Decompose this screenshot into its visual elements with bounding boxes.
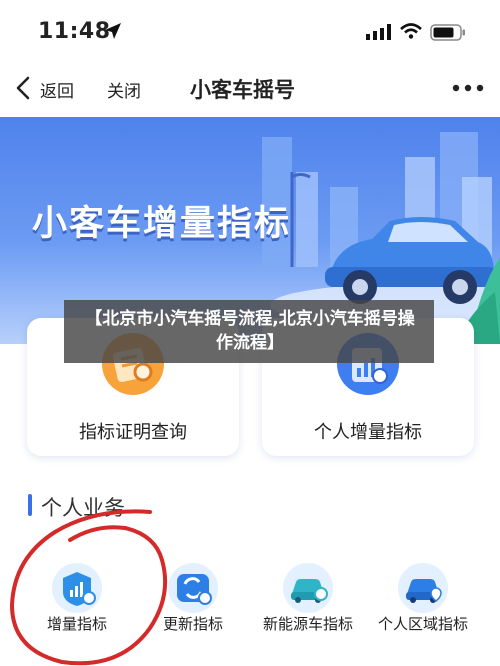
service-label: 更新指标 <box>162 615 223 633</box>
location-arrow-icon <box>105 23 121 39</box>
section-title: 个人业务 <box>41 496 125 520</box>
renew-quota-icon <box>168 563 218 613</box>
section-accent-bar <box>28 494 32 516</box>
back-chevron-icon[interactable] <box>15 76 31 100</box>
caption-text: 【北京市小汽车摇号流程,北京小汽车摇号操作流程】 <box>85 309 415 353</box>
cellular-signal-icon <box>366 24 391 40</box>
service-new-energy-quota[interactable]: 新能源车指标 <box>248 550 368 666</box>
new-energy-car-icon <box>283 563 333 613</box>
page-title: 小客车摇号 <box>190 78 295 102</box>
caption-overlay: 【北京市小汽车摇号流程,北京小汽车摇号操作流程】 <box>64 300 434 363</box>
wifi-icon <box>400 23 422 39</box>
navigation-bar: 返回 关闭 小客车摇号 <box>0 62 500 114</box>
service-renew-quota[interactable]: 更新指标 <box>133 550 253 666</box>
service-label: 增量指标 <box>46 615 107 633</box>
service-label: 新能源车指标 <box>262 615 353 633</box>
more-options-icon[interactable] <box>452 84 484 92</box>
service-label: 个人区域指标 <box>377 615 468 633</box>
battery-icon <box>430 24 465 41</box>
regional-car-icon <box>398 563 448 613</box>
personal-increment-label: 个人增量指标 <box>314 422 422 443</box>
increment-quota-icon <box>52 563 102 613</box>
status-bar: 11:48 <box>0 0 500 62</box>
certificate-query-label: 指标证明查询 <box>79 422 187 443</box>
banner-title: 小客车增量指标 <box>32 204 292 244</box>
close-button[interactable]: 关闭 <box>107 77 141 102</box>
service-increment-quota[interactable]: 增量指标 <box>17 550 137 666</box>
service-regional-quota[interactable]: 个人区域指标 <box>363 550 483 666</box>
back-button[interactable]: 返回 <box>40 77 74 102</box>
status-time: 11:48 <box>38 19 111 44</box>
